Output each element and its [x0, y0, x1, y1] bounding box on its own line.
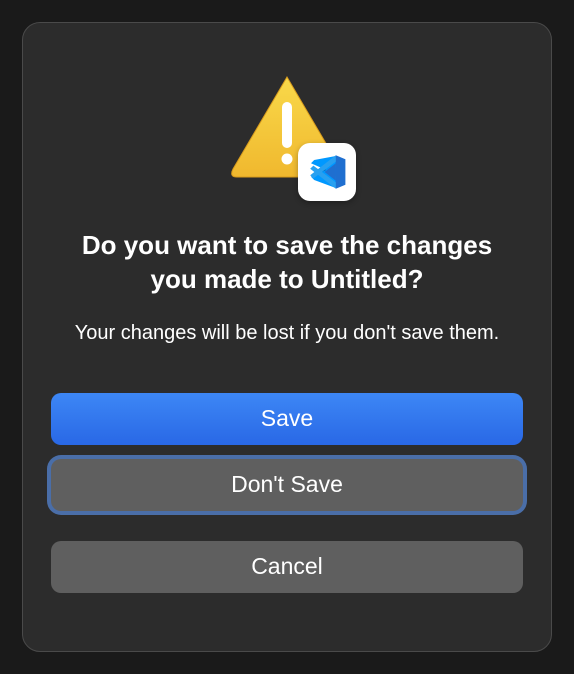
- cancel-button[interactable]: Cancel: [51, 541, 523, 593]
- dialog-icon-container: [222, 73, 352, 193]
- save-button[interactable]: Save: [51, 393, 523, 445]
- vscode-app-icon: [298, 143, 356, 201]
- dialog-message: Your changes will be lost if you don't s…: [55, 319, 519, 347]
- save-changes-dialog: Do you want to save the changes you made…: [22, 22, 552, 652]
- dialog-title: Do you want to save the changes you made…: [51, 229, 523, 297]
- dont-save-button[interactable]: Don't Save: [51, 459, 523, 511]
